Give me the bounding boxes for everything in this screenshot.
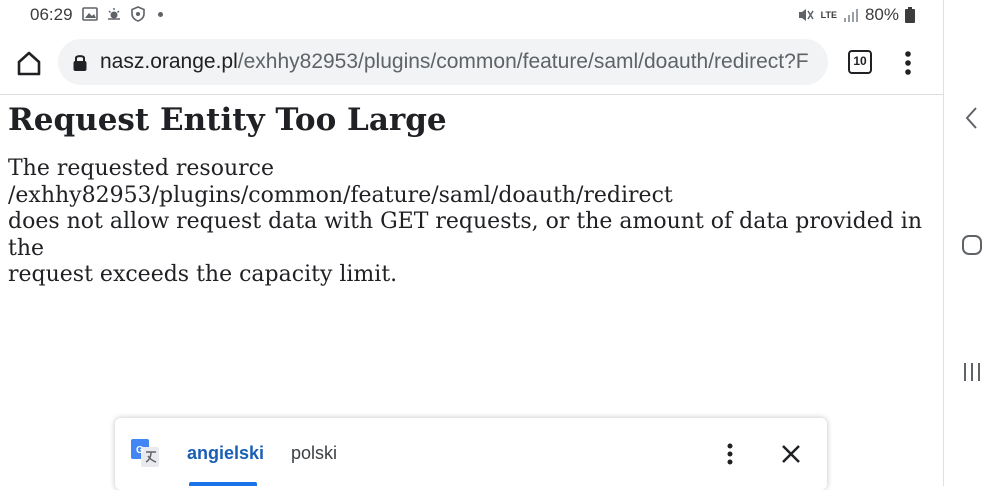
network-type: LTE [820,9,837,20]
shield-notification-icon [131,6,145,22]
battery-icon [905,7,915,23]
recents-icon[interactable] [958,358,986,386]
mute-vibrate-icon [798,9,814,21]
translate-more-icon[interactable] [721,441,739,467]
more-notifications-dot [158,11,163,17]
message-line: request exceeds the capacity limit. [8,262,398,287]
address-bar[interactable]: nasz.orange.pl/exhhy82953/plugins/common… [58,39,828,85]
tab-source-language[interactable]: angielski [187,443,264,464]
notification-icons [82,6,163,22]
lock-icon [73,55,87,71]
translate-bar: G angielski polski [115,418,827,490]
google-translate-icon: G [131,439,159,467]
active-tab-indicator [189,482,257,486]
close-icon[interactable] [779,442,803,466]
image-notification-icon [82,7,98,21]
message-line: does not allow request data with GET req… [8,209,922,261]
page-heading: Request Entity Too Large [8,102,447,138]
status-indicators: LTE 80% [797,5,915,25]
more-vert-icon[interactable] [898,48,918,78]
url-path: /exhhy82953/plugins/common/feature/saml/… [237,50,809,73]
weather-notification-icon [108,8,120,20]
url-host: nasz.orange.pl [100,50,238,73]
status-time: 06:29 [30,5,73,24]
battery-percent: 80% [864,5,899,24]
browser-toolbar: nasz.orange.pl/exhhy82953/plugins/common… [0,30,943,95]
message-line: /exhhy82953/plugins/common/feature/saml/… [8,182,673,208]
status-bar: 06:29 LTE 80% [0,0,943,30]
signal-icon [843,9,858,22]
circle-home-icon[interactable] [958,231,986,259]
chevron-left-icon[interactable] [958,104,986,132]
page-content: Request Entity Too Large The requested r… [8,98,938,289]
svg-text:G: G [136,445,144,456]
error-message: The requested resource /exhhy82953/plugi… [8,156,938,289]
url-text[interactable]: nasz.orange.pl/exhhy82953/plugins/common… [100,50,820,74]
message-line: The requested resource [8,156,274,181]
tab-switcher-button[interactable]: 10 [848,50,872,74]
system-nav-bar [943,0,999,486]
home-icon[interactable] [14,48,44,78]
tab-target-language[interactable]: polski [291,443,337,464]
